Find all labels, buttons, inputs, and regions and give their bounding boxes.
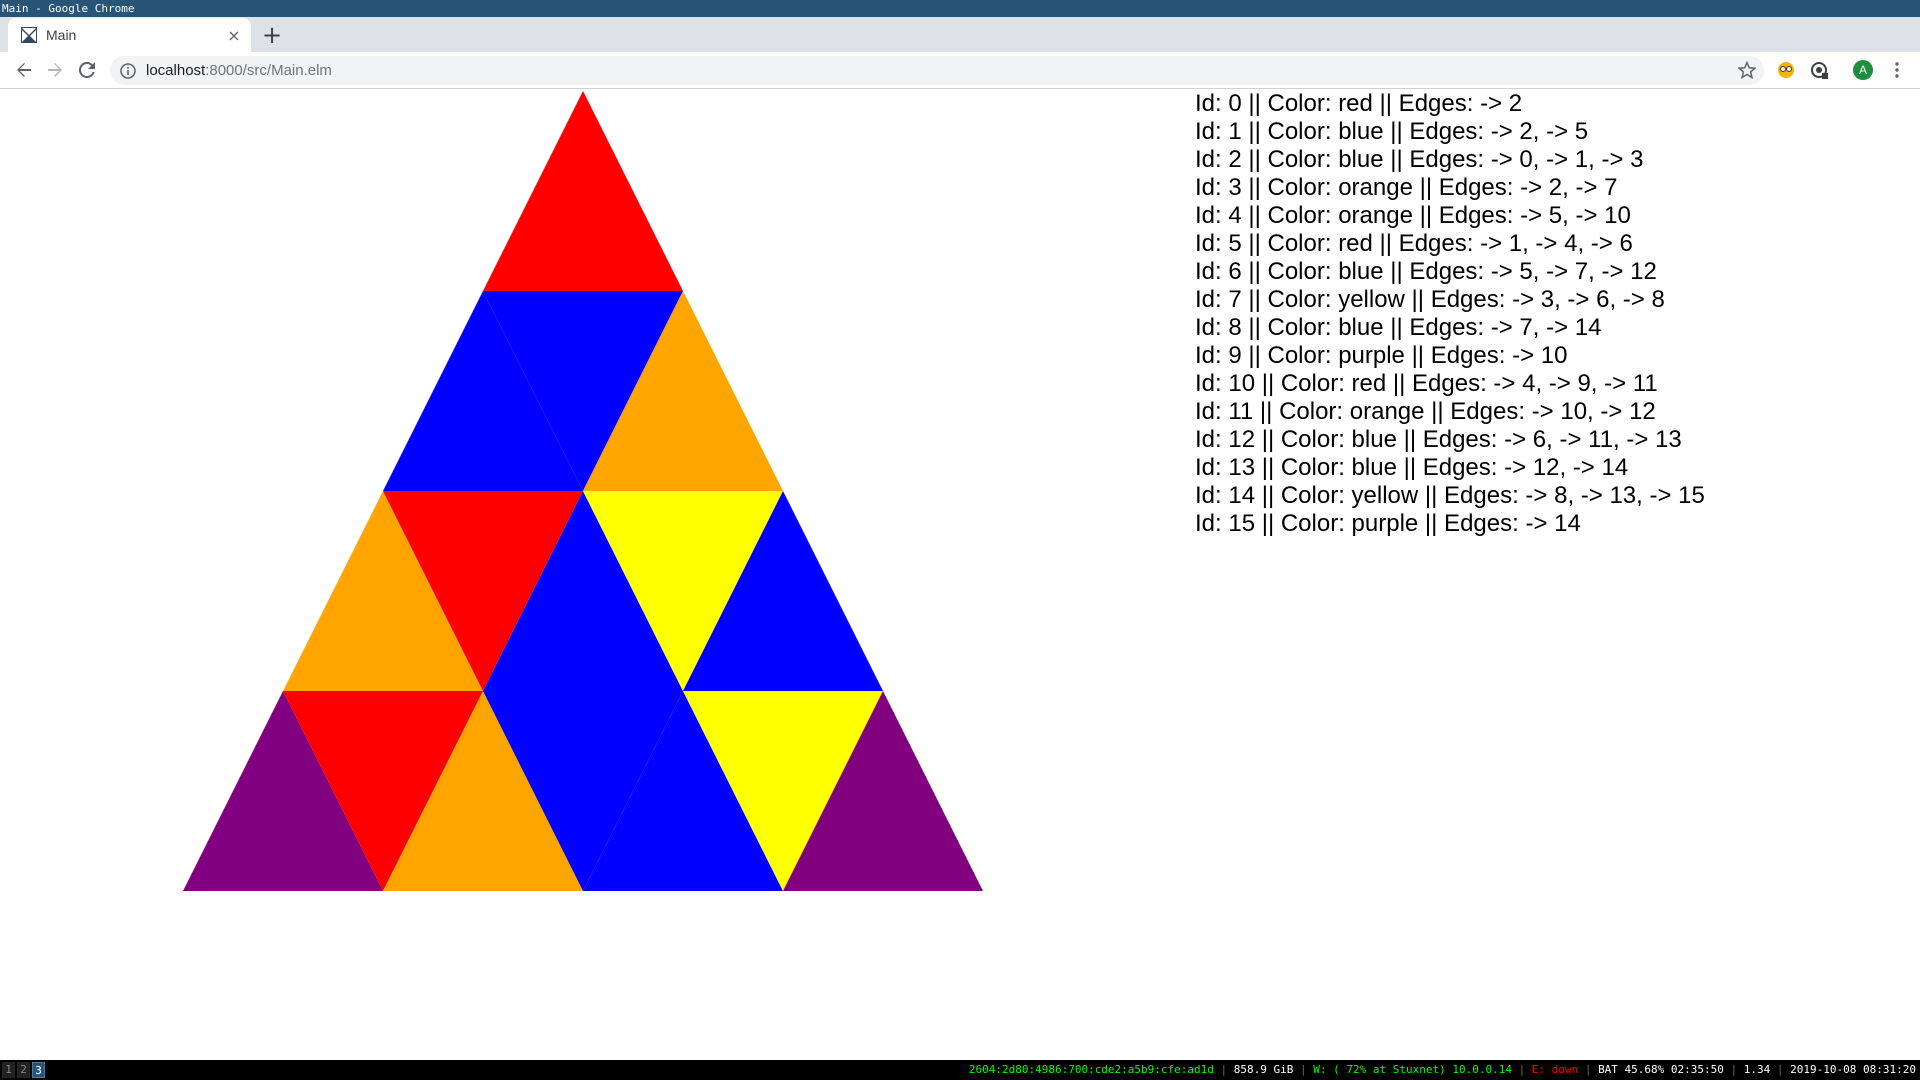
node-line: Id: 0 || Color: red || Edges: -> 2 xyxy=(1195,90,1523,117)
node-line: Id: 1 || Color: blue || Edges: -> 2, -> … xyxy=(1195,118,1589,145)
menu-dots-icon[interactable] xyxy=(1887,60,1907,80)
browser-toolbar: localhost:8000/src/Main.elm A xyxy=(0,52,1920,89)
screen: Main - Google Chrome Main × + localhost:… xyxy=(0,0,1920,1080)
close-tab-icon[interactable]: × xyxy=(225,26,243,45)
triangle-grid xyxy=(183,91,983,891)
window-title: Main - Google Chrome xyxy=(0,0,1920,17)
node-line: Id: 10 || Color: red || Edges: -> 4, -> … xyxy=(1195,370,1658,397)
page-content: Id: 0 || Color: red || Edges: -> 2 Id: 1 … xyxy=(2,89,1918,1058)
status-bar: 123 2604:2d80:4986:700:cde2:a5b9:cfe:ad1… xyxy=(0,1060,1920,1080)
url-text[interactable]: localhost:8000/src/Main.elm xyxy=(146,62,332,79)
disk-status: 858.9 GiB xyxy=(1233,1063,1294,1076)
workspace-2[interactable]: 2 xyxy=(17,1062,30,1078)
load-status: 1.34 xyxy=(1743,1063,1771,1076)
tab-main[interactable]: Main × xyxy=(8,18,251,52)
back-arrow-icon xyxy=(17,63,31,77)
triangle-0 xyxy=(483,91,683,291)
profile-avatar[interactable]: A xyxy=(1853,60,1873,80)
tab-strip: Main × + xyxy=(0,17,1920,52)
info-icon[interactable] xyxy=(120,62,136,79)
back-button[interactable] xyxy=(10,56,38,84)
status-right: 2604:2d80:4986:700:cde2:a5b9:cfe:ad1d | … xyxy=(968,1063,1916,1076)
node-line: Id: 2 || Color: blue || Edges: -> 0, -> … xyxy=(1195,146,1644,173)
node-line: Id: 15 || Color: purple || Edges: -> 14 xyxy=(1195,510,1581,537)
new-tab-button[interactable]: + xyxy=(258,21,286,49)
node-line: Id: 4 || Color: orange || Edges: -> 5, -… xyxy=(1195,202,1631,229)
forward-button[interactable] xyxy=(41,56,69,84)
wifi-status: W: ( 72% at Stuxnet) 10.0.0.14 xyxy=(1313,1063,1512,1076)
battery-status: BAT 45.68% 02:35:50 xyxy=(1598,1063,1724,1076)
tab-title: Main xyxy=(46,27,77,43)
reload-button[interactable] xyxy=(73,56,101,84)
url-path: :8000/src/Main.elm xyxy=(205,62,332,79)
node-line: Id: 9 || Color: purple || Edges: -> 10 xyxy=(1195,342,1568,369)
node-line: Id: 12 || Color: blue || Edges: -> 6, ->… xyxy=(1195,426,1682,453)
node-line: Id: 5 || Color: red || Edges: -> 1, -> 4… xyxy=(1195,230,1633,257)
node-line: Id: 7 || Color: yellow || Edges: -> 3, -… xyxy=(1195,286,1665,313)
workspace-1[interactable]: 1 xyxy=(2,1062,15,1078)
forward-arrow-icon xyxy=(48,63,62,77)
password-manager-icon[interactable] xyxy=(1809,60,1829,80)
ethernet-status: E: down xyxy=(1531,1063,1579,1076)
address-bar[interactable]: localhost:8000/src/Main.elm xyxy=(110,56,1764,85)
node-line: Id: 3 || Color: orange || Edges: -> 2, -… xyxy=(1195,174,1618,201)
bookmark-star-icon[interactable] xyxy=(1737,60,1757,83)
node-line: Id: 14 || Color: yellow || Edges: -> 8, … xyxy=(1195,482,1705,509)
reload-icon xyxy=(79,62,95,78)
url-host: localhost xyxy=(146,62,206,79)
node-line: Id: 13 || Color: blue || Edges: -> 12, -… xyxy=(1195,454,1629,481)
workspace-3[interactable]: 3 xyxy=(32,1062,45,1078)
datetime-status: 2019-10-08 08:31:20 xyxy=(1790,1063,1916,1076)
extension-icon[interactable] xyxy=(1776,60,1796,80)
ipv6-status: 2604:2d80:4986:700:cde2:a5b9:cfe:ad1d xyxy=(968,1063,1214,1076)
elm-favicon-icon xyxy=(21,27,37,43)
node-line: Id: 6 || Color: blue || Edges: -> 5, -> … xyxy=(1195,258,1657,285)
node-list: Id: 0 || Color: red || Edges: -> 2 Id: 1 … xyxy=(1195,90,1705,538)
node-line: Id: 8 || Color: blue || Edges: -> 7, -> … xyxy=(1195,314,1602,341)
node-line: Id: 11 || Color: orange || Edges: -> 10,… xyxy=(1195,398,1656,425)
